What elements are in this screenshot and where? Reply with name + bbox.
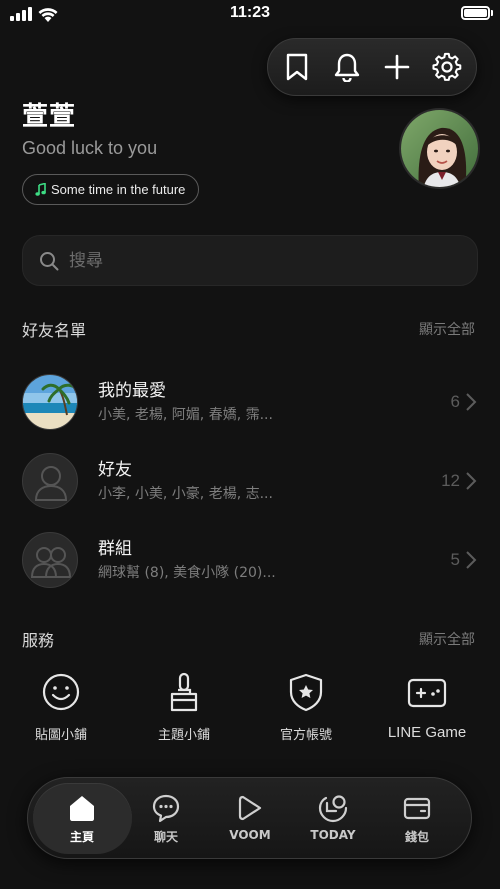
friend-list-row-groups[interactable]: 群組 網球幫 (8), 美食小隊 (20)... 5 [0, 524, 500, 600]
profile-avatar[interactable] [399, 108, 480, 189]
friend-row-title: 群組 [98, 539, 132, 559]
profile-name[interactable]: 萱萱 [22, 96, 76, 133]
service-label: 主題小鋪 [157, 728, 210, 743]
chevron-right-icon [466, 393, 477, 411]
nav-label: 聊天 [153, 830, 178, 844]
service-official-accounts[interactable]: 官方帳號 [251, 672, 361, 743]
battery-cap [491, 10, 493, 16]
add-friend-button[interactable] [379, 49, 415, 85]
status-bar: 11:23 [0, 0, 500, 30]
bell-icon [334, 53, 360, 82]
friend-row-count: 6 [450, 392, 460, 411]
friend-row-count: 12 [441, 471, 460, 490]
groups-avatar [22, 532, 78, 588]
nav-label: 主頁 [69, 830, 94, 844]
nav-tab-wallet[interactable]: 錢包 [377, 793, 457, 845]
friend-list-row-friends[interactable]: 好友 小李, 小美, 小豪, 老楊, 志... 12 [0, 445, 500, 521]
smile-icon [42, 673, 80, 711]
friend-row-subtitle: 小李, 小美, 小豪, 老楊, 志... [98, 486, 273, 502]
friend-list-row-favorites[interactable]: 我的最愛 小美, 老楊, 阿媚, 春嬌, 霈... 6 [0, 366, 500, 442]
nav-tab-home[interactable]: 主頁 [42, 793, 122, 845]
services-section-title: 服務 [22, 631, 55, 650]
status-time: 11:23 [229, 4, 271, 21]
music-note-icon [35, 183, 46, 196]
nav-tab-today[interactable]: TODAY [293, 793, 373, 842]
profile-status-message[interactable]: Good luck to you [22, 138, 157, 159]
service-line-game[interactable]: LINE Game [372, 672, 482, 741]
search-input[interactable] [69, 250, 449, 271]
notifications-button[interactable] [329, 49, 365, 85]
friends-show-all-link[interactable]: 顯示全部 [419, 319, 475, 339]
friends-avatar [22, 453, 78, 509]
service-sticker-shop[interactable]: 貼圖小鋪 [6, 672, 116, 743]
battery-icon [461, 6, 490, 20]
service-label: 貼圖小鋪 [34, 728, 87, 743]
search-icon [40, 251, 59, 270]
service-label: 官方帳號 [279, 728, 332, 743]
service-label: LINE Game [387, 724, 467, 741]
nav-label: TODAY [310, 828, 356, 842]
group-icon [30, 547, 72, 578]
gamepad-icon [407, 678, 447, 708]
friend-row-title: 我的最愛 [98, 381, 166, 401]
search-bar[interactable] [22, 235, 478, 286]
today-icon [318, 795, 348, 823]
bookmark-icon [286, 53, 308, 81]
person-icon [34, 466, 68, 501]
plus-icon [384, 54, 410, 80]
friend-row-title: 好友 [98, 460, 132, 480]
nav-tab-chat[interactable]: 聊天 [126, 793, 206, 845]
nav-tab-voom[interactable]: VOOM [210, 793, 290, 842]
friend-row-subtitle: 小美, 老楊, 阿媚, 春嬌, 霈... [98, 407, 273, 423]
nav-label: VOOM [229, 828, 271, 842]
home-icon [70, 796, 94, 821]
settings-button[interactable] [429, 49, 465, 85]
wallet-icon [403, 797, 431, 820]
music-chip-label: Some time in the future [51, 182, 186, 197]
chat-icon [152, 794, 180, 823]
friend-row-count: 5 [450, 550, 460, 569]
bookmark-button[interactable] [279, 49, 315, 85]
friend-row-subtitle: 網球幫 (8), 美食小隊 (20)... [98, 565, 276, 581]
chevron-right-icon [466, 551, 477, 569]
nav-label: 錢包 [404, 830, 429, 844]
services-show-all-link[interactable]: 顯示全部 [419, 629, 475, 649]
favorites-avatar [22, 374, 78, 430]
shield-star-icon [289, 673, 323, 712]
brush-icon [170, 672, 198, 712]
friends-section-title: 好友名單 [22, 321, 87, 340]
gear-icon [432, 52, 462, 81]
play-icon [238, 795, 262, 821]
service-theme-shop[interactable]: 主題小鋪 [129, 672, 239, 743]
profile-music-chip[interactable]: Some time in the future [22, 174, 200, 205]
chevron-right-icon [466, 472, 477, 490]
